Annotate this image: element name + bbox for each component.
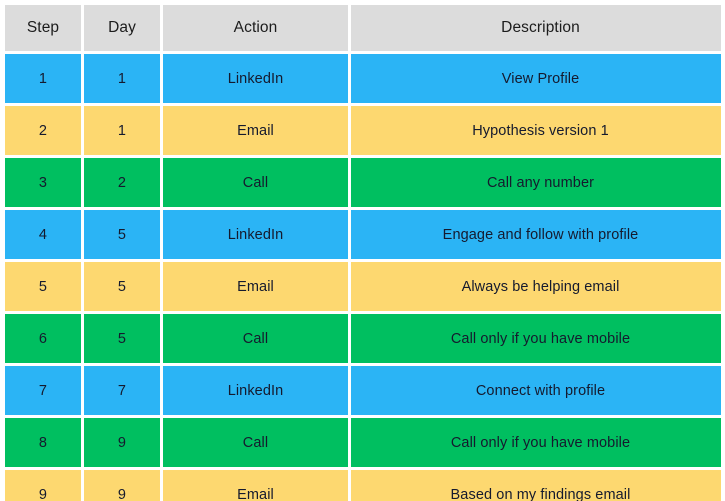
table-row[interactable]: 4 5 LinkedIn Engage and follow with profile: [5, 210, 721, 259]
cell-action: LinkedIn: [163, 54, 348, 103]
cell-description: Hypothesis version 1: [351, 106, 721, 155]
cell-action: Email: [163, 262, 348, 311]
cell-action: Call: [163, 314, 348, 363]
cell-description: Call only if you have mobile: [351, 314, 721, 363]
cell-step: 7: [5, 366, 81, 415]
cell-description: Based on my findings email: [351, 470, 721, 501]
cell-description: View Profile: [351, 54, 721, 103]
cell-day: 9: [84, 470, 160, 501]
cell-description: Always be helping email: [351, 262, 721, 311]
column-header-step: Step: [5, 5, 81, 51]
cell-action: Call: [163, 418, 348, 467]
cell-day: 1: [84, 54, 160, 103]
table-row[interactable]: 2 1 Email Hypothesis version 1: [5, 106, 721, 155]
table-header: Step Day Action Description: [5, 5, 721, 51]
table-row[interactable]: 7 7 LinkedIn Connect with profile: [5, 366, 721, 415]
cell-day: 9: [84, 418, 160, 467]
table-row[interactable]: 9 9 Email Based on my findings email: [5, 470, 721, 501]
cell-description: Engage and follow with profile: [351, 210, 721, 259]
cell-step: 3: [5, 158, 81, 207]
cell-step: 6: [5, 314, 81, 363]
table-body: 1 1 LinkedIn View Profile 2 1 Email Hypothesis …: [5, 54, 721, 501]
cell-step: 8: [5, 418, 81, 467]
table-row[interactable]: 1 1 LinkedIn View Profile: [5, 54, 721, 103]
table-row[interactable]: 5 5 Email Always be helping email: [5, 262, 721, 311]
table-row[interactable]: 8 9 Call Call only if you have mobile: [5, 418, 721, 467]
cell-day: 2: [84, 158, 160, 207]
cell-description: Connect with profile: [351, 366, 721, 415]
cell-action: Email: [163, 470, 348, 501]
cell-day: 5: [84, 262, 160, 311]
cell-description: Call only if you have mobile: [351, 418, 721, 467]
cell-action: Email: [163, 106, 348, 155]
cell-step: 9: [5, 470, 81, 501]
cell-action: LinkedIn: [163, 210, 348, 259]
cell-day: 1: [84, 106, 160, 155]
table-row[interactable]: 3 2 Call Call any number: [5, 158, 721, 207]
column-header-action: Action: [163, 5, 348, 51]
cell-step: 2: [5, 106, 81, 155]
cell-step: 5: [5, 262, 81, 311]
cell-day: 5: [84, 210, 160, 259]
cell-day: 5: [84, 314, 160, 363]
cell-description: Call any number: [351, 158, 721, 207]
cell-action: Call: [163, 158, 348, 207]
cell-step: 1: [5, 54, 81, 103]
column-header-description: Description: [351, 5, 721, 51]
cell-day: 7: [84, 366, 160, 415]
table-header-row: Step Day Action Description: [5, 5, 721, 51]
sales-cadence-table-container: Step Day Action Description 1 1 LinkedIn Vi…: [5, 5, 721, 501]
cell-action: LinkedIn: [163, 366, 348, 415]
cell-step: 4: [5, 210, 81, 259]
table-row[interactable]: 6 5 Call Call only if you have mobile: [5, 314, 721, 363]
sales-cadence-table: Step Day Action Description 1 1 LinkedIn Vi…: [5, 5, 721, 501]
column-header-day: Day: [84, 5, 160, 51]
